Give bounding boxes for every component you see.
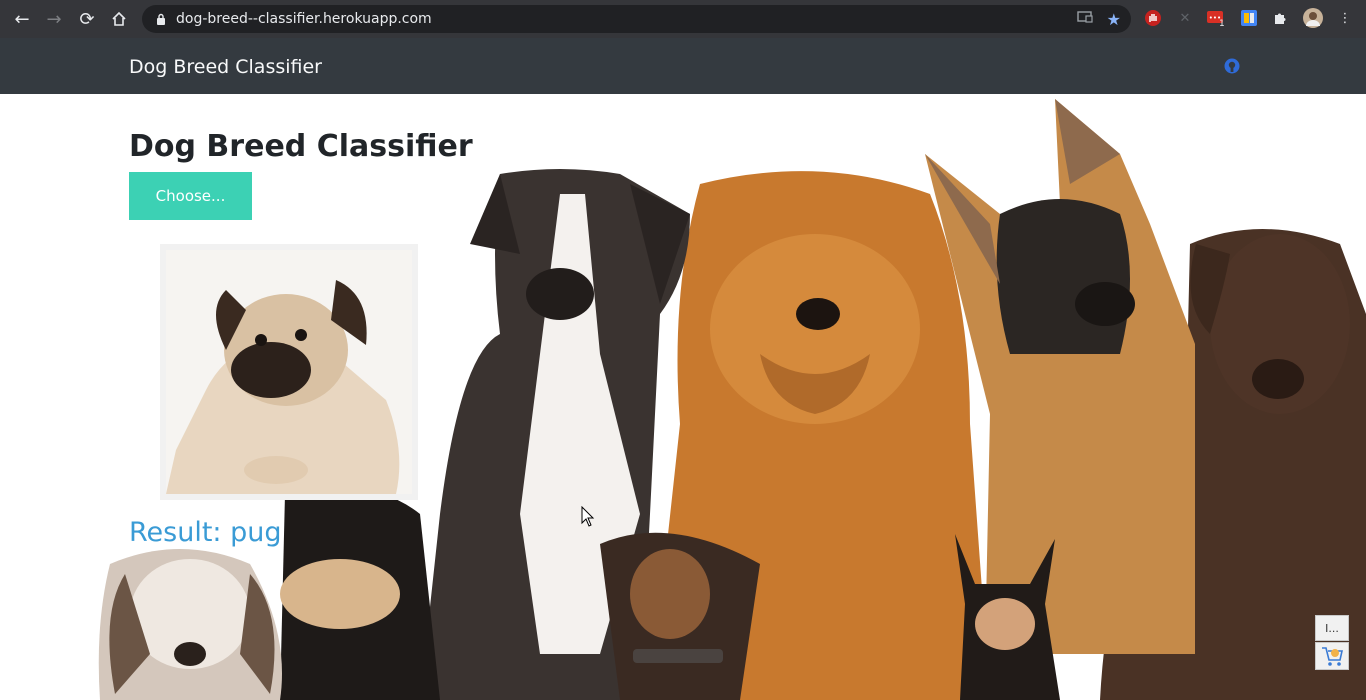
floating-widget-button[interactable]: I... bbox=[1315, 615, 1349, 641]
pug-photo bbox=[166, 250, 412, 494]
result-text: Result: pug bbox=[129, 517, 282, 548]
extensions-puzzle-icon[interactable] bbox=[1270, 8, 1290, 28]
address-url[interactable]: dog-breed--classifier.herokuapp.com bbox=[176, 11, 432, 27]
lock-icon bbox=[154, 13, 168, 25]
cast-icon[interactable] bbox=[1076, 11, 1093, 27]
back-arrow-icon[interactable]: ← bbox=[6, 0, 38, 38]
browser-toolbar: ← → ⟳ dog-breed--classifier.herokuapp.co… bbox=[0, 0, 1366, 38]
extension-hand-icon[interactable] bbox=[1143, 8, 1163, 28]
reload-icon[interactable]: ⟳ bbox=[71, 0, 103, 38]
navbar-brand[interactable]: Dog Breed Classifier bbox=[129, 56, 322, 78]
address-bar[interactable]: dog-breed--classifier.herokuapp.com ★ bbox=[142, 5, 1131, 33]
home-icon[interactable] bbox=[103, 0, 135, 38]
profile-avatar[interactable] bbox=[1303, 8, 1323, 28]
forward-arrow-icon[interactable]: → bbox=[38, 0, 70, 38]
extension-todo-icon[interactable]: ••• 1 bbox=[1206, 8, 1226, 29]
choose-file-button[interactable]: Choose... bbox=[129, 172, 252, 220]
mouse-cursor-icon bbox=[581, 505, 595, 533]
browser-menu-icon[interactable]: ⋮ bbox=[1335, 8, 1355, 28]
extension-colored-icon[interactable] bbox=[1239, 8, 1259, 28]
extension-x-icon[interactable]: ✕ bbox=[1175, 8, 1195, 28]
bookmark-star-icon[interactable]: ★ bbox=[1107, 10, 1121, 29]
app-navbar: Dog Breed Classifier bbox=[0, 38, 1366, 94]
uploaded-image-preview bbox=[160, 244, 418, 500]
page-title: Dog Breed Classifier bbox=[129, 129, 473, 164]
extension-badge: 1 bbox=[1219, 19, 1225, 29]
github-icon[interactable] bbox=[1224, 58, 1240, 74]
cart-icon[interactable] bbox=[1315, 642, 1349, 670]
